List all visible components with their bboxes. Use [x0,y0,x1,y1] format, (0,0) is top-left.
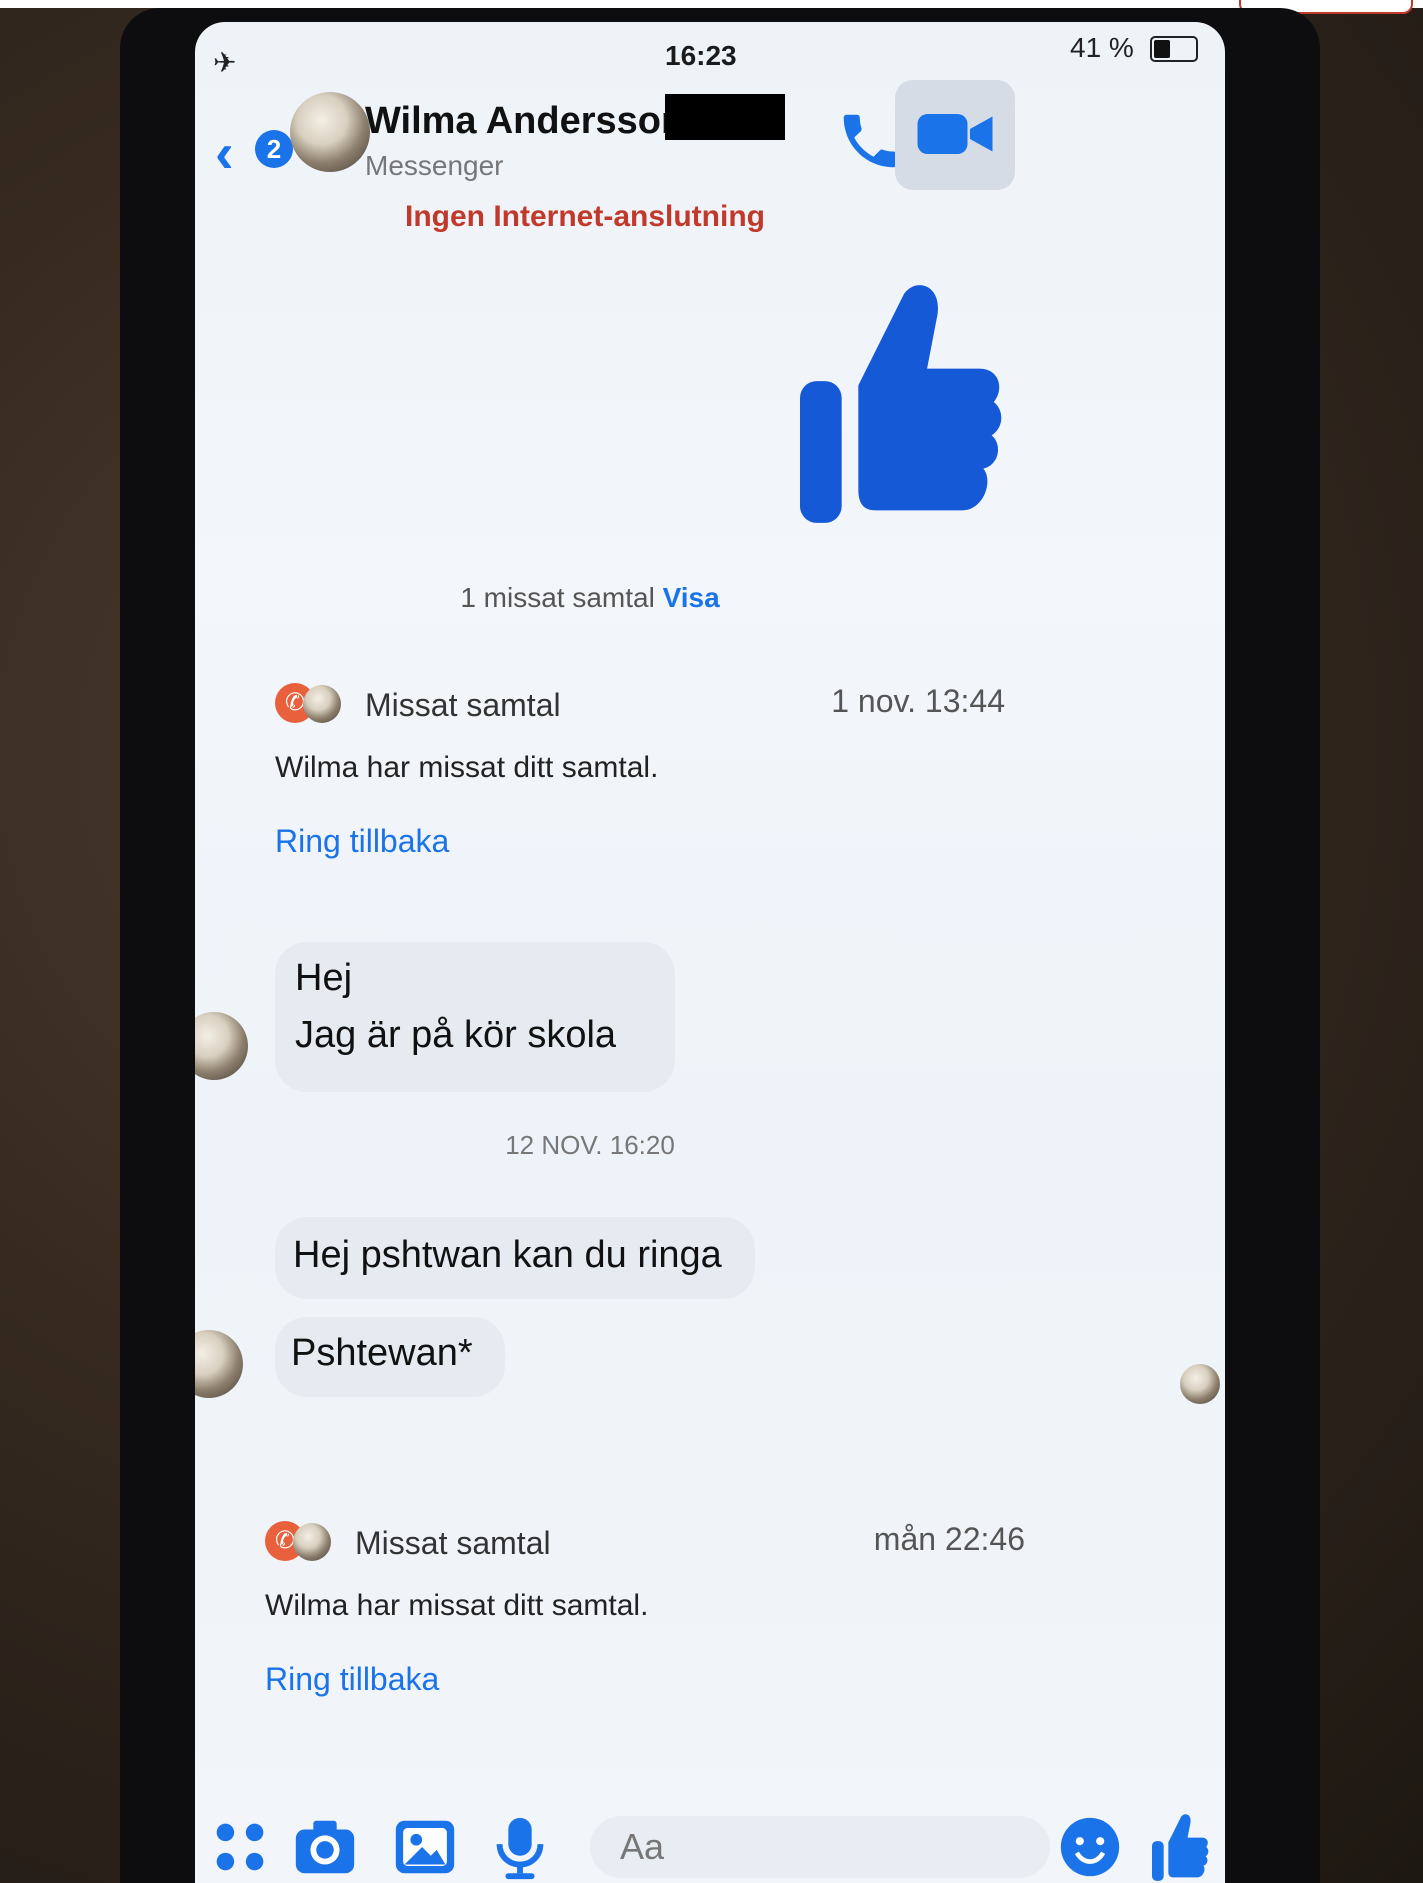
top-border [0,0,1423,8]
contact-name[interactable]: Wilma Andersson [365,100,684,143]
seen-indicator-avatar [1180,1364,1220,1404]
missed-calls-summary: 1 missat samtal Visa [195,582,985,614]
battery-percentage: 41 % [1070,32,1134,63]
call-back-link[interactable]: Ring tillbaka [275,823,1005,860]
message-text: Hej [295,957,353,999]
missed-call-card: ✆ Missat samtal mån 22:46 Wilma har miss… [265,1515,1025,1698]
contact-subtitle: Messenger [365,150,504,181]
back-unread-badge[interactable]: 2 [255,130,293,168]
card-title: Missat samtal [355,1525,551,1561]
message-input[interactable]: Aa [590,1816,1050,1878]
date-separator: 12 NOV. 16:20 [505,1130,675,1160]
camera-icon[interactable] [290,1812,360,1882]
battery-fill [1154,40,1170,58]
battery-icon [1150,36,1198,62]
small-avatar-icon [293,1523,331,1561]
four-dots-icon[interactable] [205,1812,275,1882]
status-time: 16:23 [665,40,737,71]
missed-summary-text: 1 missat samtal [460,582,655,613]
call-back-link[interactable]: Ring tillbaka [265,1661,1025,1698]
smiley-icon[interactable] [1055,1812,1125,1882]
card-time: 1 nov. 13:44 [831,683,1005,719]
missed-call-card: ✆ Missat samtal 1 nov. 13:44 Wilma har m… [275,677,1005,860]
microphone-icon[interactable] [485,1812,555,1882]
missed-summary-view-link[interactable]: Visa [663,582,720,613]
contact-avatar[interactable] [290,92,370,172]
thumbs-up-icon[interactable] [1145,1812,1215,1882]
message-text: Hej pshtwan kan du ringa [293,1234,722,1276]
card-description: Wilma har missat ditt samtal. [275,751,659,784]
small-avatar-icon [303,685,341,723]
thumbs-up-icon [800,285,1002,523]
message-text: Pshtewan* [291,1332,473,1374]
messenger-screen: ✈ 16:23 41 % ‹ 2 Wilma Andersson Messeng… [195,22,1225,1883]
sender-avatar[interactable] [195,1330,243,1398]
message-text: Jag är på kör skola [295,1014,617,1056]
image-icon[interactable] [390,1812,460,1882]
card-title: Missat samtal [365,687,561,723]
airplane-mode-icon: ✈ [213,47,237,78]
sender-avatar[interactable] [195,1012,248,1080]
connection-warning: Ingen Internet-anslutning [405,200,765,233]
card-time: mån 22:46 [873,1521,1025,1557]
composer-toolbar: Aa [195,1812,1225,1883]
video-camera-icon[interactable] [915,104,995,164]
back-chevron-icon[interactable]: ‹ [215,120,234,185]
redaction-bar [665,94,785,140]
card-description: Wilma har missat ditt samtal. [265,1589,649,1622]
